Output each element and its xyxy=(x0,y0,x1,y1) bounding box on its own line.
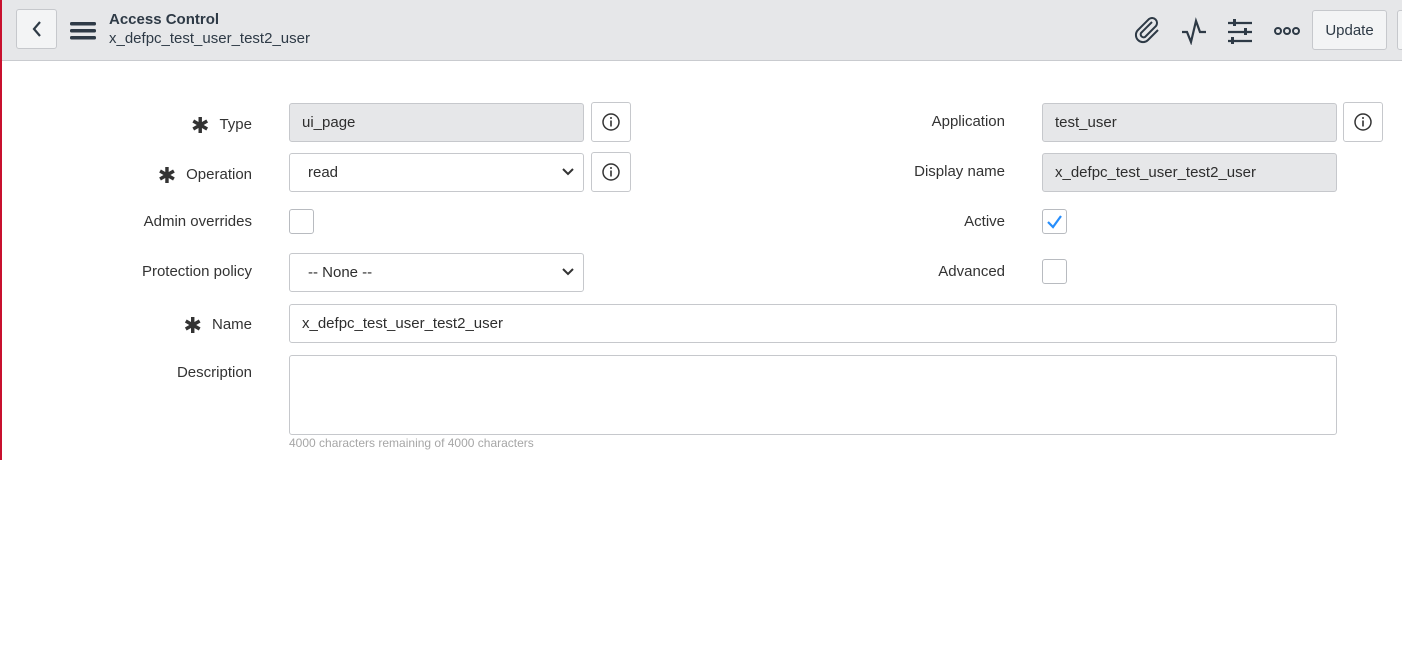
form-header: Access Control x_defpc_test_user_test2_u… xyxy=(2,0,1402,61)
display-name-label: Display name xyxy=(914,163,1005,180)
advanced-checkbox[interactable] xyxy=(1042,259,1067,284)
name-input[interactable]: x_defpc_test_user_test2_user xyxy=(289,304,1337,343)
description-textarea[interactable] xyxy=(289,355,1337,435)
left-border xyxy=(0,0,2,460)
application-label: Application xyxy=(931,113,1005,130)
activity-icon[interactable] xyxy=(1179,16,1209,46)
paperclip-icon[interactable] xyxy=(1133,16,1163,46)
record-name: x_defpc_test_user_test2_user xyxy=(109,30,310,47)
back-icon xyxy=(32,21,41,37)
name-label: ✱ Name xyxy=(183,313,252,338)
description-counter: 4000 characters remaining of 4000 charac… xyxy=(289,436,534,450)
menu-icon[interactable] xyxy=(68,16,98,46)
checkmark-icon xyxy=(1047,215,1062,229)
application-info-button[interactable] xyxy=(1343,102,1383,142)
description-label: Description xyxy=(176,364,252,381)
display-name-field[interactable]: x_defpc_test_user_test2_user xyxy=(1042,153,1337,192)
delete-button[interactable] xyxy=(1397,10,1402,50)
application-field[interactable]: test_user xyxy=(1042,103,1337,142)
more-icon[interactable] xyxy=(1272,16,1302,46)
advanced-label: Advanced xyxy=(938,263,1005,280)
back-button[interactable] xyxy=(16,9,57,49)
page-title: Access Control xyxy=(109,11,220,28)
settings-sliders-icon[interactable] xyxy=(1225,16,1255,46)
update-button[interactable]: Update xyxy=(1312,10,1387,50)
required-icon: ✱ xyxy=(183,313,202,338)
active-checkbox[interactable] xyxy=(1042,209,1067,234)
info-icon xyxy=(1354,113,1372,131)
active-label: Active xyxy=(964,213,1005,230)
